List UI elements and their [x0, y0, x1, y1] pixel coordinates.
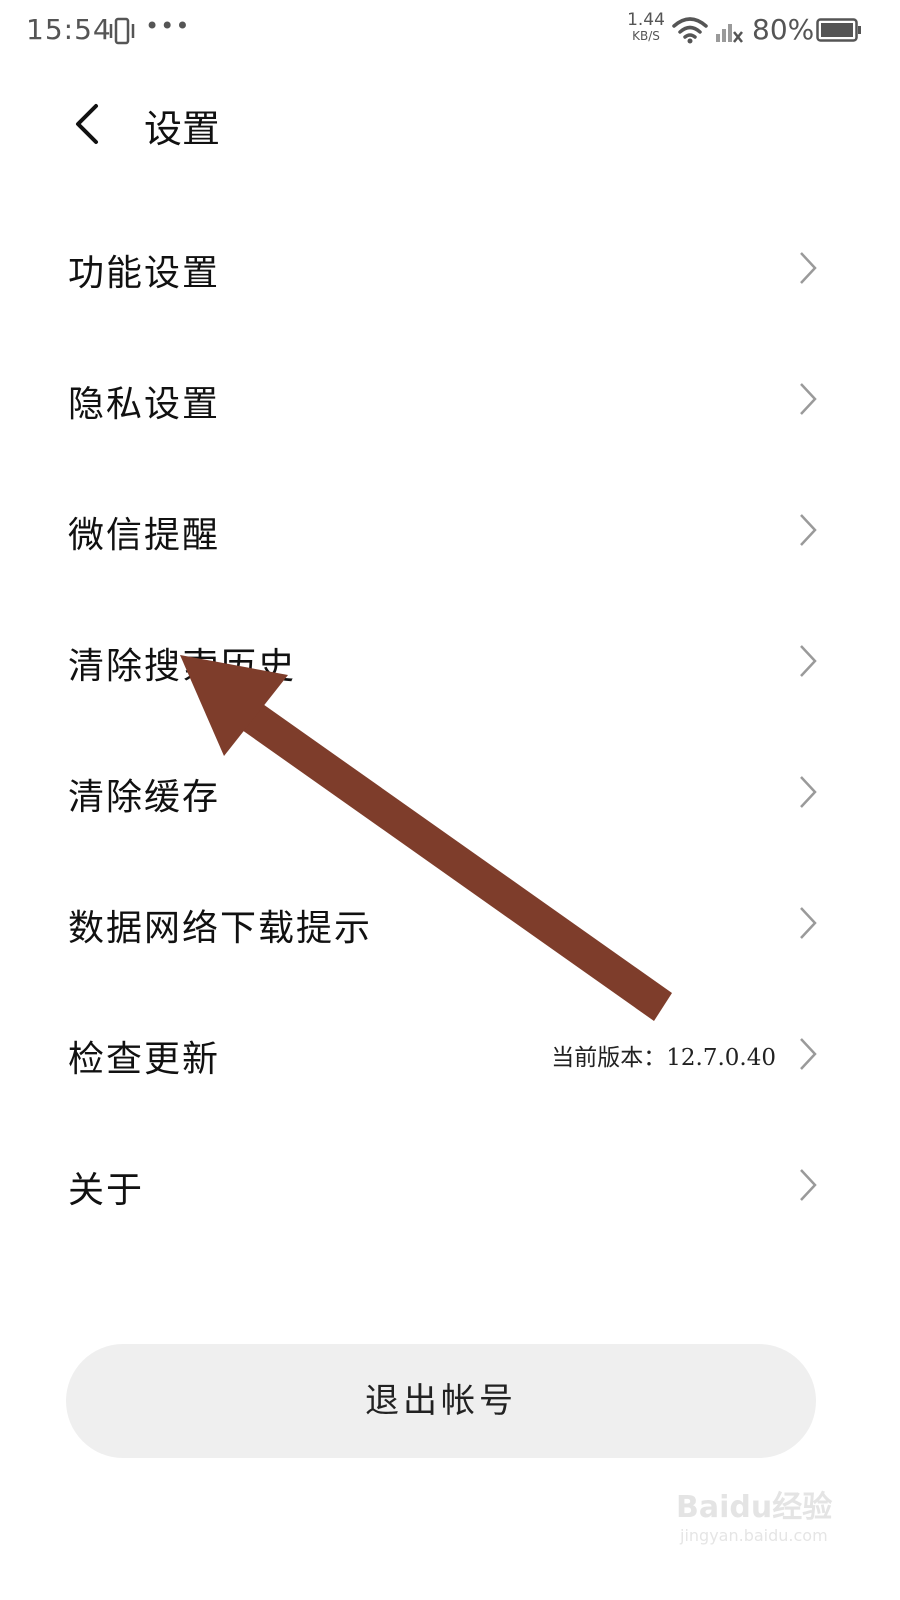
more-notifications-icon: •••: [145, 12, 191, 40]
status-time: 15:54: [26, 13, 112, 46]
chevron-right-icon: [800, 383, 817, 415]
chevron-right-icon: [800, 776, 817, 808]
signal-off-icon: [716, 24, 743, 43]
menu-item-function-settings[interactable]: 功能设置: [0, 200, 900, 331]
menu-item-about[interactable]: 关于: [0, 1117, 900, 1248]
menu-item-clear-search-history[interactable]: 清除搜索历史: [0, 593, 900, 724]
menu-item-check-update[interactable]: 检查更新 当前版本：12.7.0.40: [0, 986, 900, 1117]
net-speed-value: 1.44: [627, 10, 665, 30]
page-title: 设置: [144, 107, 221, 151]
logout-label: 退出帐号: [365, 1381, 517, 1421]
current-version: 当前版本：12.7.0.40: [551, 1045, 776, 1071]
menu-item-label: 检查更新: [68, 1039, 221, 1080]
chevron-right-icon: [800, 252, 817, 284]
net-speed: 1.44 KB/S: [626, 12, 666, 44]
menu-item-clear-cache[interactable]: 清除缓存: [0, 724, 900, 855]
watermark-brand: Baidu经验: [676, 1490, 833, 1525]
settings-list: 功能设置 隐私设置 微信提醒 清除搜索历史 清除缓存 数据网络下载提示 检查更新…: [0, 200, 900, 1248]
back-button[interactable]: [60, 94, 116, 154]
battery-percent: 80%: [752, 13, 815, 46]
menu-item-label: 功能设置: [68, 253, 221, 294]
menu-item-privacy-settings[interactable]: 隐私设置: [0, 331, 900, 462]
menu-item-label: 清除缓存: [68, 777, 221, 818]
menu-item-label: 隐私设置: [68, 384, 221, 425]
battery-icon: [816, 18, 861, 42]
menu-item-label: 清除搜索历史: [68, 646, 297, 687]
watermark-url: jingyan.baidu.com: [680, 1526, 828, 1545]
menu-item-label: 数据网络下载提示: [68, 908, 373, 949]
menu-item-wechat-reminder[interactable]: 微信提醒: [0, 462, 900, 593]
chevron-right-icon: [800, 1038, 817, 1070]
wifi-icon: [672, 17, 708, 44]
watermark: Baidu经验 jingyan.baidu.com: [676, 1476, 856, 1556]
chevron-right-icon: [800, 1169, 817, 1201]
chevron-right-icon: [800, 514, 817, 546]
status-bar: 15:54 ••• 1.44 KB/S 80%: [0, 0, 900, 64]
header: 设置: [0, 84, 900, 164]
chevron-right-icon: [800, 645, 817, 677]
menu-item-label: 关于: [68, 1170, 145, 1211]
logout-button[interactable]: 退出帐号: [66, 1344, 816, 1458]
net-speed-unit: KB/S: [632, 29, 660, 43]
menu-item-data-download-prompt[interactable]: 数据网络下载提示: [0, 855, 900, 986]
vibrate-icon: [109, 17, 135, 45]
chevron-right-icon: [800, 907, 817, 939]
menu-item-label: 微信提醒: [68, 515, 221, 556]
